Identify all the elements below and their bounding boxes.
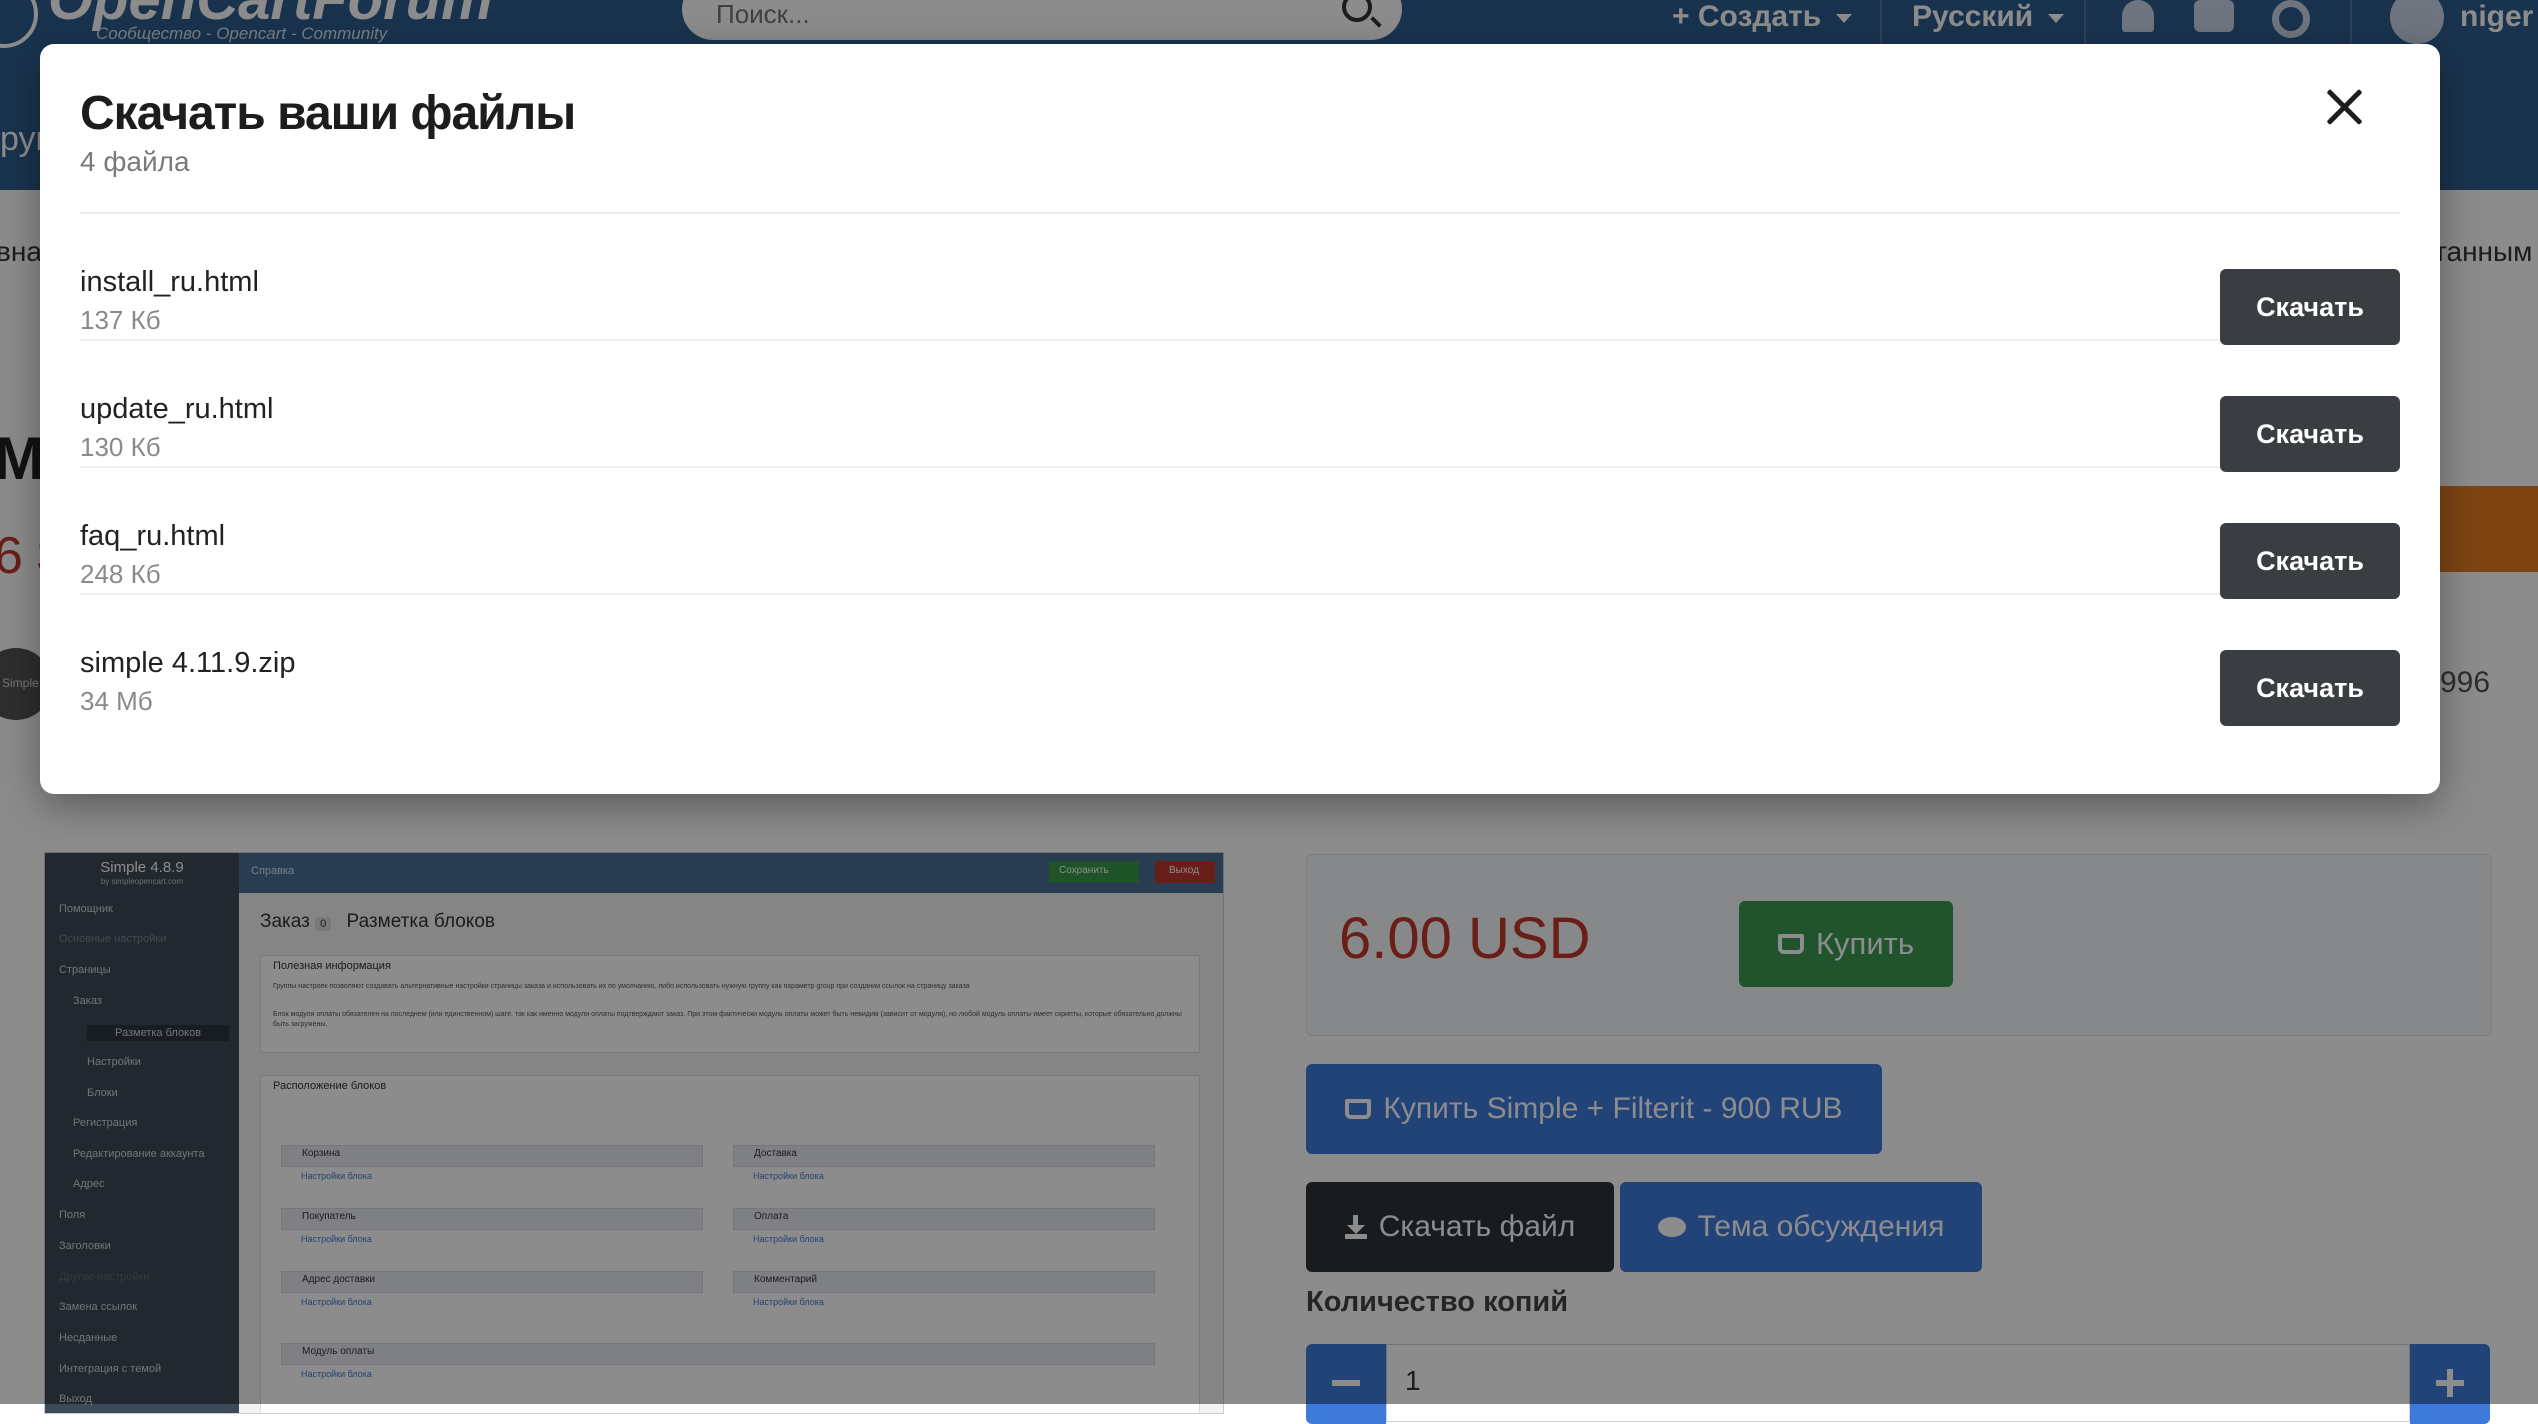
list-item: install_ru.html 137 Кб Скачать [80,214,2400,345]
file-name: update_ru.html [80,393,274,425]
modal-subtitle: 4 файла [80,146,190,177]
file-name: simple 4.11.9.zip [80,647,296,679]
download-button[interactable]: Скачать [2220,269,2400,345]
list-item: simple 4.11.9.zip 34 Мб Скачать [80,595,2400,726]
file-size: 34 Мб [80,686,153,716]
file-list: install_ru.html 137 Кб Скачать update_ru… [80,214,2400,726]
list-item: faq_ru.html 248 Кб Скачать [80,468,2400,599]
download-files-modal: Скачать ваши файлы 4 файла install_ru.ht… [40,44,2440,794]
download-button[interactable]: Скачать [2220,396,2400,472]
download-button[interactable]: Скачать [2220,523,2400,599]
download-button[interactable]: Скачать [2220,650,2400,726]
close-icon[interactable] [2320,82,2370,132]
file-name: install_ru.html [80,266,259,298]
list-item: update_ru.html 130 Кб Скачать [80,341,2400,472]
modal-title: Скачать ваши файлы [80,87,576,140]
file-size: 130 Кб [80,432,161,462]
file-name: faq_ru.html [80,520,226,552]
file-size: 248 Кб [80,559,161,589]
file-size: 137 Кб [80,305,161,335]
